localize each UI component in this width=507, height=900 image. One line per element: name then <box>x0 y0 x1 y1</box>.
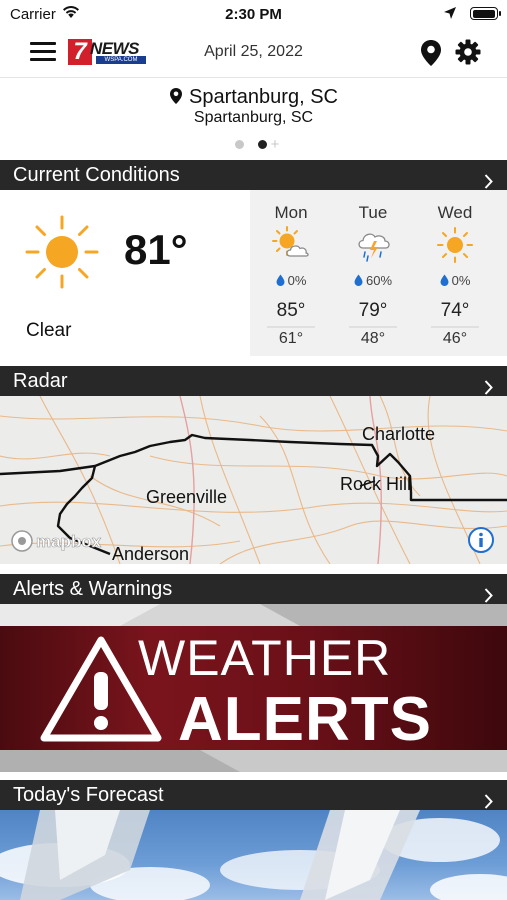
today-forecast-image[interactable] <box>0 810 507 900</box>
divider <box>431 326 479 328</box>
location-services-icon <box>443 6 457 25</box>
raindrop-icon <box>440 274 449 289</box>
section-title: Today's Forecast <box>13 784 164 806</box>
partly-cloudy-icon <box>272 226 312 269</box>
raindrop-icon <box>354 274 363 289</box>
forecast-day[interactable]: Wed 0% 74° 46° <box>417 190 493 356</box>
app-header: 7 NEWS WSPA.COM April 25, 2022 <box>0 30 507 78</box>
forecast-high: 85° <box>276 300 306 321</box>
forecast-high: 74° <box>440 300 470 321</box>
current-temperature: 81° <box>124 226 188 273</box>
map-city-label: Charlotte <box>362 424 436 444</box>
section-title: Alerts & Warnings <box>13 578 173 600</box>
page-indicator[interactable]: + <box>0 136 507 153</box>
forecast-day[interactable]: Mon 0% 85° 61° <box>253 190 329 356</box>
current-conditions-header[interactable]: Current Conditions <box>0 160 507 190</box>
weather-alerts-banner[interactable]: WEATHER ALERTS <box>0 604 507 772</box>
precip-value: 60% <box>365 273 393 288</box>
settings-button[interactable] <box>455 39 481 70</box>
section-title: Radar <box>13 370 68 392</box>
alerts-header[interactable]: Alerts & Warnings <box>0 574 507 604</box>
status-bar: Carrier 2:30 PM <box>0 0 507 30</box>
mapbox-logo: mapbox <box>10 529 120 558</box>
clock: 2:30 PM <box>225 6 282 23</box>
current-condition: Clear <box>26 320 72 341</box>
page-dot[interactable] <box>234 140 244 150</box>
forecast-low: 46° <box>442 330 468 347</box>
forecast-low: 61° <box>278 330 304 347</box>
precip-value: 0% <box>451 273 471 288</box>
forecast-precip: 0% <box>253 273 329 289</box>
forecast-low: 48° <box>360 330 386 347</box>
sun-icon <box>25 215 99 294</box>
current-conditions-panel[interactable]: 81° Clear Mon 0% 85° 61° Tue 60% 79° 48°… <box>0 190 507 356</box>
info-icon[interactable] <box>467 526 495 559</box>
forecast-strip: Mon 0% 85° 61° Tue 60% 79° 48° Wed 0% 74… <box>250 190 507 356</box>
alert-title-line2: ALERTS <box>178 685 432 754</box>
forecast-high: 79° <box>358 300 388 321</box>
precip-value: 0% <box>287 273 307 288</box>
today-forecast-header[interactable]: Today's Forecast <box>0 780 507 810</box>
radar-header[interactable]: Radar <box>0 366 507 396</box>
thunderstorm-icon <box>354 226 394 269</box>
sun-icon <box>436 226 476 269</box>
alert-title-line1: WEATHER <box>138 630 392 686</box>
forecast-precip: 60% <box>335 273 411 289</box>
location-title: Spartanburg, SC <box>0 86 507 111</box>
sky-graphic <box>0 810 507 900</box>
forecast-day-name: Wed <box>437 203 473 222</box>
forecast-day[interactable]: Tue 60% 79° 48° <box>335 190 411 356</box>
divider <box>349 326 397 328</box>
mapbox-attribution: mapbox <box>36 532 102 551</box>
raindrop-icon <box>276 274 285 289</box>
map-city-label: Greenville <box>146 487 228 507</box>
location-pin-button[interactable] <box>420 39 442 72</box>
location-subtitle: Spartanburg, SC <box>193 109 314 126</box>
gear-icon <box>455 39 481 65</box>
battery-icon <box>470 7 501 20</box>
radar-map[interactable]: Charlotte Rock Hill Greenville Anderson … <box>0 396 507 564</box>
location-city: Spartanburg, SC <box>189 86 338 108</box>
map-pin-icon <box>421 40 441 66</box>
map-city-label: Rock Hill <box>340 474 412 494</box>
divider <box>267 326 315 328</box>
forecast-day-name: Tue <box>358 203 388 222</box>
page-dot-active[interactable] <box>257 140 267 150</box>
add-location-icon[interactable]: + <box>271 136 280 153</box>
section-title: Current Conditions <box>13 164 180 186</box>
forecast-day-name: Mon <box>274 203 308 222</box>
map-pin-icon <box>169 87 183 111</box>
forecast-precip: 0% <box>417 273 493 289</box>
map-city-label: Anderson <box>112 544 190 564</box>
